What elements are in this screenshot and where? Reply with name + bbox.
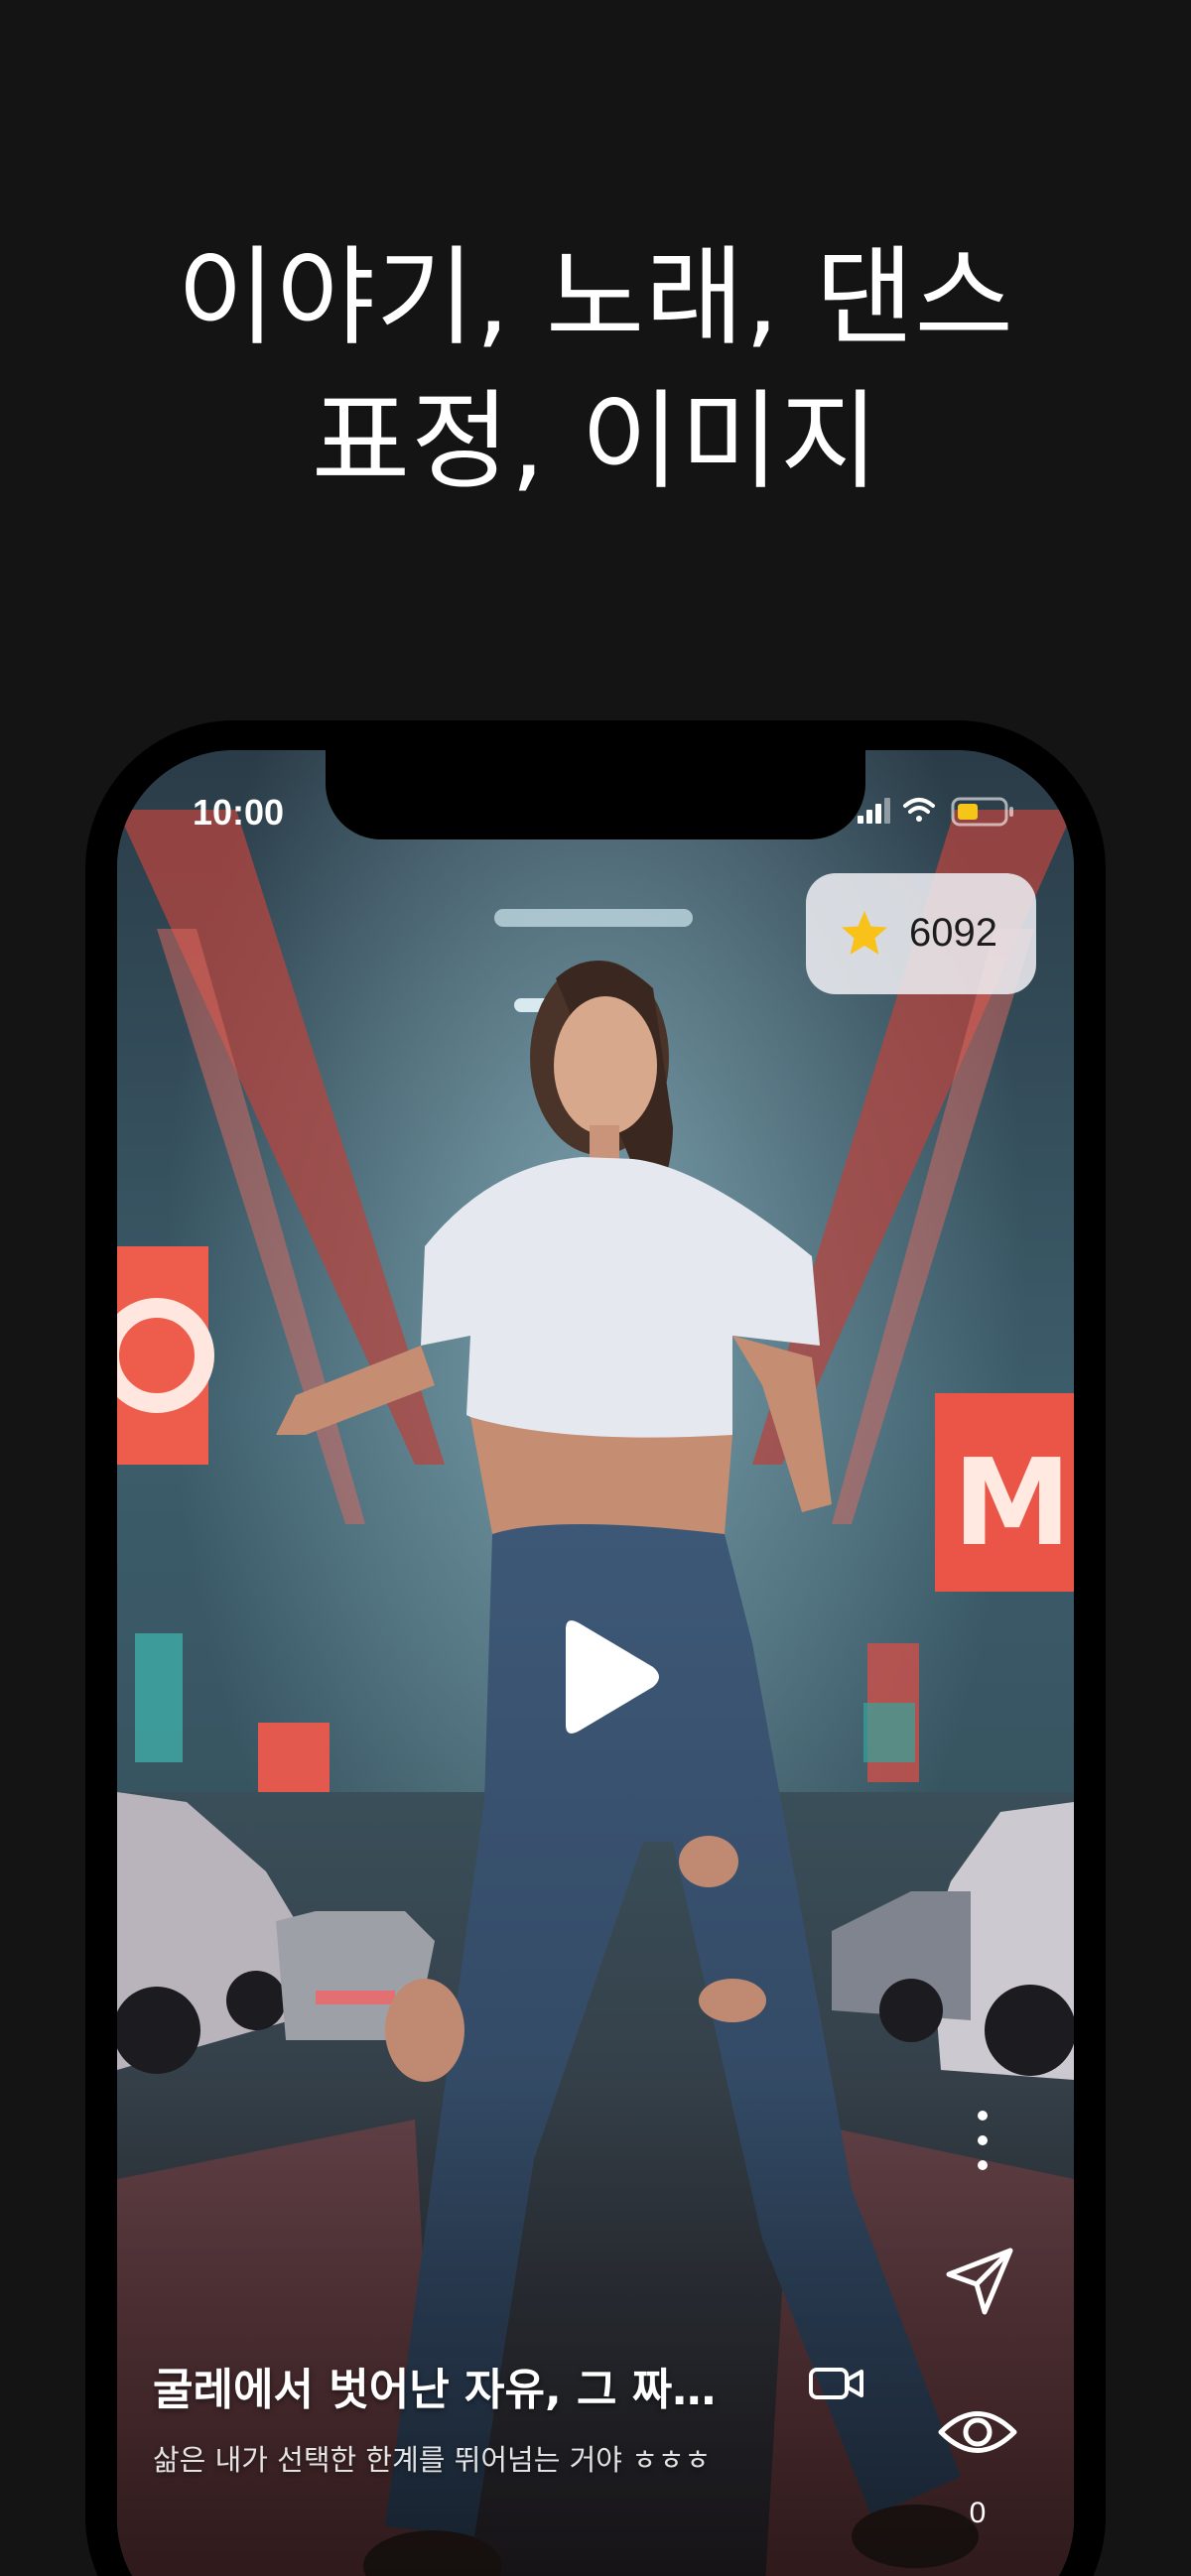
star-count: 6092 [909, 911, 997, 955]
send-icon[interactable] [943, 2245, 1016, 2318]
more-vertical-icon[interactable] [963, 2108, 1002, 2173]
promo-page: 이야기, 노래, 댄스 표정, 이미지 10:00 6092 0 굴레에서 벗어… [0, 0, 1191, 2576]
promo-headline: 이야기, 노래, 댄스 표정, 이미지 [0, 226, 1191, 514]
view-count: 0 [969, 2497, 987, 2529]
video-camera-icon [809, 2368, 863, 2399]
cellular-signal-icon [858, 798, 890, 824]
phone-screen: M [117, 750, 1074, 2576]
play-icon[interactable] [542, 1615, 665, 1739]
star-icon [842, 911, 887, 955]
video-description: 삶은 내가 선택한 한계를 뛰어넘는 거야 ㅎㅎㅎ [153, 2443, 712, 2477]
status-icons [858, 797, 1013, 827]
eye-icon[interactable] [937, 2391, 1018, 2473]
video-title[interactable]: 굴레에서 벗어난 자유, 그 짜… [153, 2354, 728, 2417]
wifi-icon [903, 798, 935, 822]
headline-line-1: 이야기, 노래, 댄스 [177, 236, 1014, 360]
battery-icon [951, 797, 1013, 827]
phone-notch [326, 750, 865, 839]
status-time: 10:00 [193, 792, 285, 833]
headline-line-2: 표정, 이미지 [311, 380, 880, 504]
star-points-badge[interactable]: 6092 [806, 873, 1036, 994]
